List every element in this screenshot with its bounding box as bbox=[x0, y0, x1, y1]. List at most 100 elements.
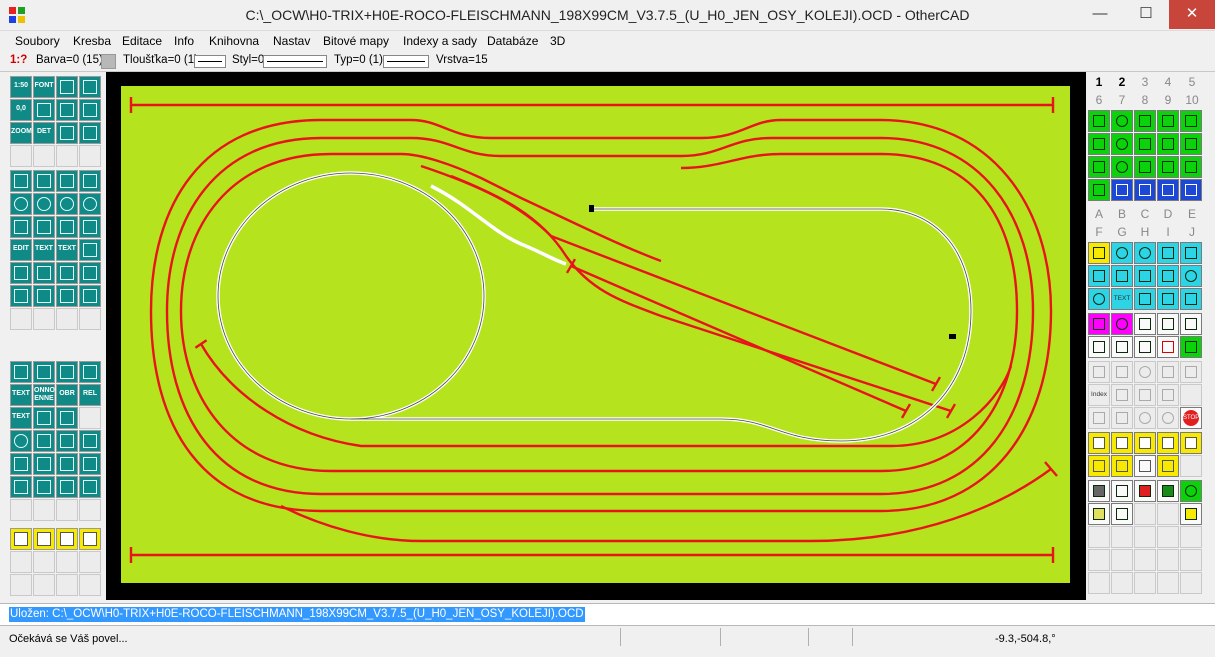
rectangle-tool[interactable] bbox=[56, 170, 78, 192]
snap-none-tool[interactable] bbox=[1180, 288, 1202, 310]
snap-triangle-tool[interactable] bbox=[1088, 242, 1110, 264]
stop-button[interactable]: STOP bbox=[1180, 407, 1202, 429]
zoom-tool[interactable]: ZOOM bbox=[10, 122, 32, 144]
plot-file-tool[interactable] bbox=[1157, 432, 1179, 454]
circle-3p-tool[interactable] bbox=[56, 193, 78, 215]
style-property[interactable]: Styl=0 bbox=[232, 54, 264, 66]
view-list-tool[interactable] bbox=[1088, 133, 1110, 155]
white-track-loop[interactable] bbox=[351, 207, 973, 443]
track-left-siding[interactable] bbox=[199, 343, 1013, 448]
page-tab-4[interactable]: 4 bbox=[1156, 73, 1180, 91]
view-layers-tool[interactable] bbox=[1088, 156, 1110, 178]
relation-tool[interactable]: REL bbox=[79, 384, 101, 406]
pan-center-tool[interactable] bbox=[1157, 133, 1179, 155]
wave-tool[interactable] bbox=[33, 430, 55, 452]
menu-nastav[interactable]: Nastav bbox=[273, 34, 310, 48]
layer-tab-d[interactable]: D bbox=[1156, 205, 1180, 223]
image-tool[interactable]: OBR bbox=[56, 384, 78, 406]
select-window-tool[interactable] bbox=[1088, 336, 1110, 358]
page-tab-10[interactable]: 10 bbox=[1180, 91, 1204, 109]
track-plan[interactable] bbox=[121, 86, 1070, 583]
layer-tab-c[interactable]: C bbox=[1133, 205, 1157, 223]
fillet-tool[interactable] bbox=[56, 361, 78, 383]
close-button[interactable]: ✕ bbox=[1169, 0, 1215, 29]
trim-tool[interactable] bbox=[33, 285, 55, 307]
track-outer-loop[interactable] bbox=[149, 118, 1053, 513]
type-property[interactable]: Typ=0 (1) bbox=[334, 54, 383, 66]
snap-circle-tool[interactable] bbox=[10, 430, 32, 452]
type-sample[interactable] bbox=[383, 55, 429, 68]
layer-tab-b[interactable]: B bbox=[1110, 205, 1134, 223]
copy-tool[interactable] bbox=[10, 262, 32, 284]
page-tab-2[interactable]: 2 bbox=[1110, 73, 1134, 91]
track-end-block[interactable] bbox=[949, 334, 956, 339]
text-tool-b[interactable]: TEXT bbox=[56, 239, 78, 261]
snap-intersection-tool[interactable] bbox=[1111, 265, 1133, 287]
shade-tool[interactable] bbox=[1157, 480, 1179, 502]
color-property[interactable]: Barva=0 (15) bbox=[36, 54, 103, 66]
snap-circle-tool[interactable] bbox=[1134, 242, 1156, 264]
circle-center-tool[interactable] bbox=[79, 193, 101, 215]
offset-tool[interactable] bbox=[10, 285, 32, 307]
track-second-loop[interactable] bbox=[165, 136, 1035, 496]
page-tab-9[interactable]: 9 bbox=[1156, 91, 1180, 109]
track-third-loop[interactable] bbox=[179, 152, 1019, 473]
line-tool[interactable] bbox=[10, 170, 32, 192]
circle-style-tool[interactable] bbox=[1111, 313, 1133, 335]
zoom-fit-tool[interactable] bbox=[1111, 156, 1133, 178]
page-tab-7[interactable]: 7 bbox=[1110, 91, 1134, 109]
pattern-tool[interactable] bbox=[79, 216, 101, 238]
scale-indicator[interactable]: 1:? bbox=[10, 54, 27, 66]
chamfer-tool[interactable] bbox=[79, 361, 101, 383]
grid-snap-tool[interactable] bbox=[1134, 179, 1156, 201]
layer-property[interactable]: Vrstva=15 bbox=[436, 54, 488, 66]
menu-3d[interactable]: 3D bbox=[550, 34, 565, 48]
block-tool[interactable] bbox=[10, 453, 32, 475]
text-tool-a[interactable]: TEXT bbox=[33, 239, 55, 261]
scale-tool[interactable]: 1:50 bbox=[10, 76, 32, 98]
blank-page-tool[interactable] bbox=[1134, 455, 1156, 477]
menu-indexy-a-sady[interactable]: Indexy a sady bbox=[403, 34, 477, 48]
new-document-tool[interactable] bbox=[10, 528, 32, 550]
rotate-tool[interactable] bbox=[56, 262, 78, 284]
library-edit-tool[interactable] bbox=[1111, 503, 1133, 525]
hatch-tool[interactable] bbox=[56, 122, 78, 144]
scan-tool[interactable] bbox=[1111, 480, 1133, 502]
drawing-canvas[interactable] bbox=[121, 86, 1070, 583]
pan-up-left-tool[interactable] bbox=[1134, 110, 1156, 132]
measure-tool[interactable] bbox=[79, 76, 101, 98]
layer-tool[interactable] bbox=[79, 122, 101, 144]
zoom-out-tool[interactable] bbox=[1111, 110, 1133, 132]
cut-tool[interactable] bbox=[56, 407, 78, 429]
library-tool[interactable] bbox=[1088, 503, 1110, 525]
curve-tool[interactable] bbox=[56, 216, 78, 238]
plot-tool[interactable] bbox=[79, 528, 101, 550]
layer-tab-g[interactable]: G bbox=[1110, 223, 1134, 241]
layer-tab-a[interactable]: A bbox=[1087, 205, 1111, 223]
select-cross-tool[interactable] bbox=[1111, 336, 1133, 358]
snap-node-tool[interactable] bbox=[1134, 288, 1156, 310]
snap-quadrant-tool[interactable] bbox=[1180, 265, 1202, 287]
print-tool[interactable] bbox=[56, 528, 78, 550]
flow-tool[interactable] bbox=[1157, 313, 1179, 335]
layer-tab-h[interactable]: H bbox=[1133, 223, 1157, 241]
circle-tool[interactable] bbox=[10, 193, 32, 215]
snap-arc-tool[interactable] bbox=[1088, 288, 1110, 310]
pan-down-right-tool[interactable] bbox=[1180, 156, 1202, 178]
open-layer-tool[interactable] bbox=[79, 285, 101, 307]
notes-tool[interactable] bbox=[1180, 503, 1202, 525]
fill-tool[interactable] bbox=[10, 216, 32, 238]
select-delete-tool[interactable] bbox=[1157, 336, 1179, 358]
redraw-tool[interactable] bbox=[1088, 179, 1110, 201]
pan-right-tool[interactable] bbox=[1180, 133, 1202, 155]
pan-up-right-tool[interactable] bbox=[1180, 110, 1202, 132]
arc-tool[interactable] bbox=[33, 193, 55, 215]
page-tab-5[interactable]: 5 bbox=[1180, 73, 1204, 91]
people-tool[interactable] bbox=[1180, 313, 1202, 335]
origin-tool[interactable]: 0,0 bbox=[10, 99, 32, 121]
deselect-tool[interactable] bbox=[1134, 336, 1156, 358]
layer-tab-i[interactable]: I bbox=[1156, 223, 1180, 241]
track-end-marker[interactable] bbox=[1044, 461, 1058, 477]
delete-tool[interactable] bbox=[79, 476, 101, 498]
car-tool[interactable] bbox=[10, 476, 32, 498]
